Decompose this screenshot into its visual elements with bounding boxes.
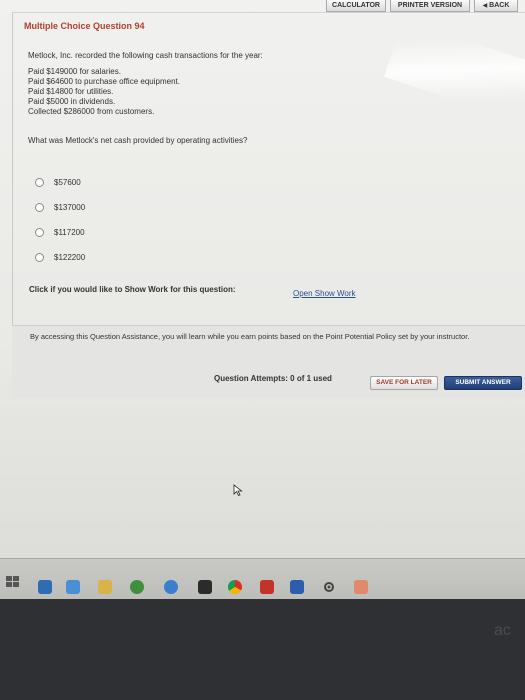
back-label: BACK bbox=[489, 2, 510, 9]
edge-browser-icon[interactable] bbox=[164, 580, 178, 594]
radio-button[interactable] bbox=[35, 227, 44, 237]
laptop-bezel-logo: ac bbox=[494, 622, 511, 639]
show-work-text: Click if you would like to Show Work for… bbox=[29, 285, 236, 294]
acrobat-icon[interactable] bbox=[260, 580, 274, 594]
settings-gear-icon[interactable] bbox=[322, 580, 336, 594]
radio-button[interactable] bbox=[35, 252, 44, 262]
answer-option-label: $122200 bbox=[54, 252, 86, 262]
answer-option-label: $117200 bbox=[54, 227, 85, 237]
folder-icon[interactable] bbox=[98, 580, 112, 594]
paint-icon[interactable] bbox=[354, 580, 368, 594]
answer-option-3[interactable]: $117200 bbox=[35, 226, 85, 238]
assistance-text: By accessing this Question Assistance, y… bbox=[30, 332, 470, 341]
answer-option-4[interactable]: $122200 bbox=[35, 251, 85, 263]
word-icon[interactable] bbox=[290, 580, 304, 594]
question-prompt: What was Metlock's net cash provided by … bbox=[28, 136, 248, 145]
chrome-icon[interactable] bbox=[228, 580, 242, 594]
question-title: Multiple Choice Question 94 bbox=[24, 21, 145, 31]
media-icon[interactable] bbox=[198, 580, 212, 594]
browser-screen: CALCULATOR PRINTER VERSION ◀ BACK Multip… bbox=[0, 0, 525, 570]
back-button[interactable]: ◀ BACK bbox=[474, 0, 518, 12]
radio-button[interactable] bbox=[35, 202, 44, 212]
show-work-label: Click if you would like to Show Work for… bbox=[29, 285, 236, 294]
xbox-icon[interactable] bbox=[130, 580, 144, 594]
printer-version-button[interactable]: PRINTER VERSION bbox=[390, 0, 470, 12]
task-view-icon[interactable] bbox=[38, 580, 52, 594]
calculator-button[interactable]: CALCULATOR bbox=[326, 0, 386, 12]
transaction-list: Paid $149000 for salaries. Paid $64600 t… bbox=[28, 67, 180, 117]
answer-option-2[interactable]: $137000 bbox=[35, 201, 85, 213]
question-attempts: Question Attempts: 0 of 1 used bbox=[214, 374, 332, 383]
transaction-item: Paid $5000 in dividends. bbox=[28, 97, 116, 106]
save-for-later-button[interactable]: SAVE FOR LATER bbox=[370, 376, 438, 390]
radio-button[interactable] bbox=[35, 177, 44, 187]
back-arrow-icon: ◀ bbox=[482, 3, 488, 9]
answer-option-label: $57600 bbox=[54, 177, 81, 187]
mouse-cursor-icon bbox=[233, 484, 243, 496]
submit-answer-button[interactable]: SUBMIT ANSWER bbox=[444, 376, 522, 390]
transaction-item: Paid $14800 for utilities. bbox=[28, 87, 114, 96]
top-toolbar: CALCULATOR PRINTER VERSION ◀ BACK bbox=[0, 0, 525, 12]
file-explorer-icon[interactable] bbox=[66, 580, 80, 594]
transaction-item: Paid $149000 for salaries. bbox=[28, 67, 121, 76]
transaction-item: Collected $286000 from customers. bbox=[28, 107, 155, 116]
question-intro: Metlock, Inc. recorded the following cas… bbox=[28, 51, 263, 60]
answer-option-label: $137000 bbox=[54, 202, 86, 212]
windows-start-icon[interactable] bbox=[6, 576, 20, 588]
open-show-work-link[interactable]: Open Show Work bbox=[293, 289, 356, 298]
transaction-item: Paid $64600 to purchase office equipment… bbox=[28, 77, 180, 86]
answer-option-1[interactable]: $57600 bbox=[35, 176, 81, 188]
